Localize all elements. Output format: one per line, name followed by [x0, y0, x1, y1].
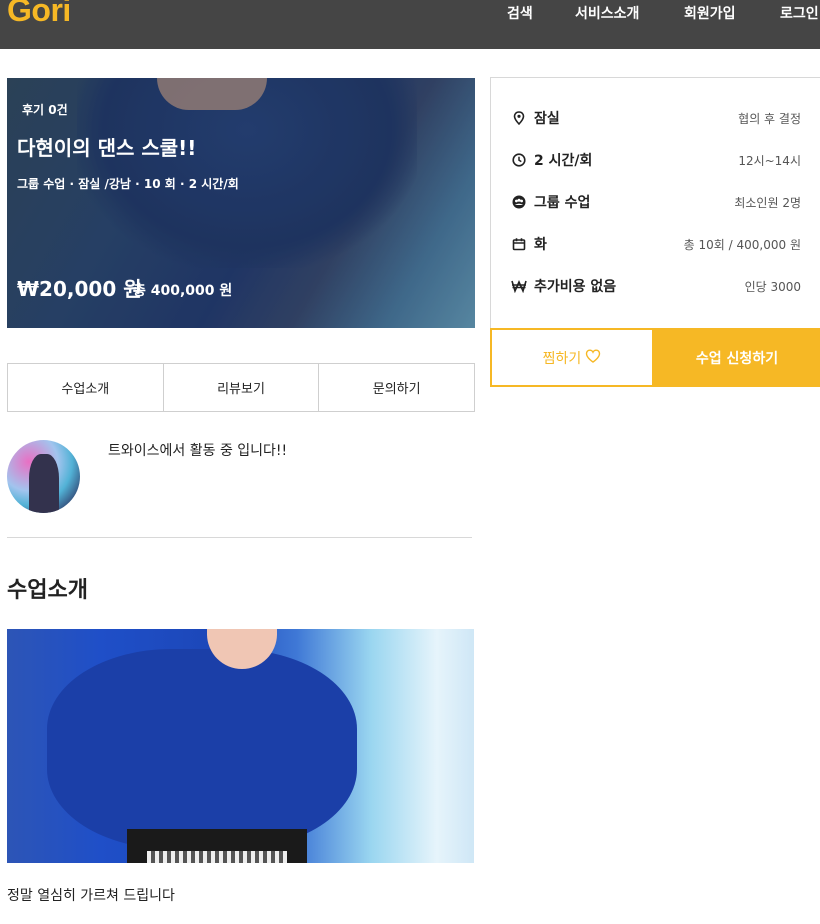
info-label: 잠실 — [534, 111, 560, 127]
info-value: 최소인원 2명 — [734, 195, 801, 210]
wishlist-button[interactable]: 찜하기 — [490, 328, 654, 387]
wishlist-label: 찜하기 — [542, 350, 582, 367]
tab-inquiry[interactable]: 문의하기 — [318, 364, 474, 411]
info-row-group: 그룹 수업 최소인원 2명 — [511, 190, 801, 214]
class-hero-banner: 후기 0건 다현이의 댄스 스쿨!! 그룹 수업 · 잠실 /강남 · 10 회… — [7, 78, 475, 328]
avatar — [7, 440, 80, 513]
instructor-intro: 트와이스에서 활동 중 입니다!! — [108, 443, 288, 459]
nav-login[interactable]: 로그인 — [780, 3, 819, 23]
won-icon — [511, 278, 527, 294]
info-row-location: 잠실 협의 후 결정 — [511, 106, 801, 130]
info-label: 2 시간/회 — [534, 153, 593, 169]
info-row-day: 화 총 10회 / 400,000 원 — [511, 232, 801, 256]
apply-class-button[interactable]: 수업 신청하기 — [654, 328, 820, 387]
location-pin-icon — [511, 110, 527, 126]
info-value: 총 10회 / 400,000 원 — [683, 237, 801, 252]
nav-search[interactable]: 검색 — [507, 3, 533, 23]
top-navbar: Gori 검색 서비스소개 회원가입 로그인 — [0, 0, 820, 49]
nav-service-intro[interactable]: 서비스소개 — [575, 3, 639, 23]
review-count: 후기 0건 — [22, 103, 68, 117]
info-label: 추가비용 없음 — [534, 279, 617, 295]
info-row-duration: 2 시간/회 12시~14시 — [511, 148, 801, 172]
group-icon — [511, 194, 527, 210]
heart-icon — [585, 348, 601, 367]
calendar-icon — [511, 236, 527, 252]
info-row-extra-cost: 추가비용 없음 인당 3000 — [511, 274, 801, 298]
info-label: 그룹 수업 — [534, 195, 591, 211]
class-total-price: 총 400,000 원 — [133, 283, 233, 299]
class-photo — [7, 629, 474, 863]
class-price: ₩20,000 원 — [17, 277, 142, 301]
divider — [7, 537, 472, 538]
tab-reviews[interactable]: 리뷰보기 — [162, 364, 319, 411]
section-tabs: 수업소개 리뷰보기 문의하기 — [7, 363, 475, 412]
tab-class-intro[interactable]: 수업소개 — [8, 364, 163, 411]
class-meta: 그룹 수업 · 잠실 /강남 · 10 회 · 2 시간/회 — [17, 177, 239, 191]
info-value: 12시~14시 — [738, 153, 801, 168]
info-value: 협의 후 결정 — [738, 111, 801, 126]
info-value: 인당 3000 — [744, 279, 801, 294]
info-label: 화 — [534, 237, 547, 253]
clock-icon — [511, 152, 527, 168]
section-title: 수업소개 — [7, 578, 88, 603]
class-title: 다현이의 댄스 스쿨!! — [17, 136, 197, 160]
class-description: 정말 열심히 가르쳐 드립니다 — [7, 888, 175, 904]
logo[interactable]: Gori — [7, 0, 71, 29]
nav-signup[interactable]: 회원가입 — [684, 3, 736, 23]
